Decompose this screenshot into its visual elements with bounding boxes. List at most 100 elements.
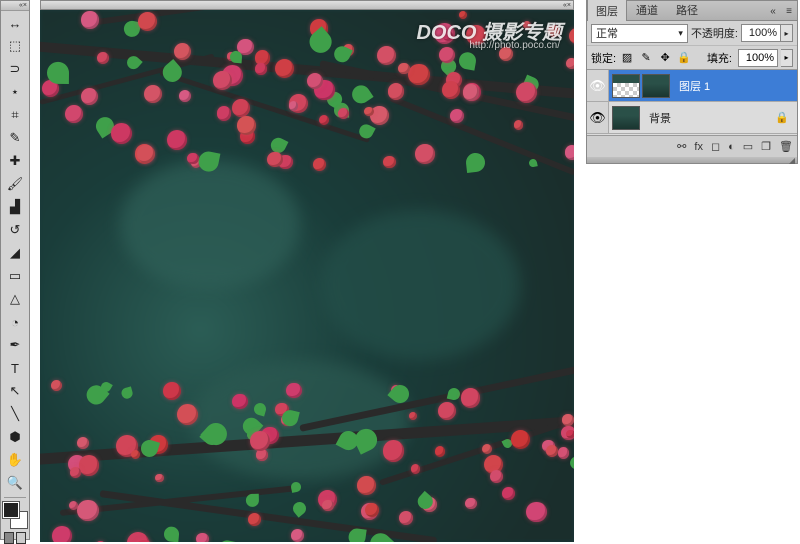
flora	[164, 526, 180, 542]
blend-mode-value: 正常	[596, 25, 618, 41]
zoom-tool[interactable]: 🔍	[3, 472, 27, 494]
flora	[256, 449, 267, 460]
panel-resize-grip[interactable]: ◢	[587, 157, 797, 163]
document-window: « × DOCO 摄影专题 http://photo.poco.cn/	[40, 0, 574, 542]
flora	[237, 116, 256, 135]
tab-channels[interactable]: 通道	[627, 0, 667, 20]
opacity-label: 不透明度:	[691, 25, 738, 41]
flora	[415, 144, 435, 164]
flora	[196, 533, 209, 542]
tools-panel: « × ↔⬚⊃⋆⌗✎✚🖌▟↺◢▭△◔✒T↖╲⬢✋🔍	[0, 0, 30, 540]
flora	[213, 71, 232, 90]
brush-tool[interactable]: 🖌	[3, 173, 27, 195]
layers-panel: 图层 通道 路径 « ≡ 正常 不透明度: 100% ▸ 锁定: ▨ ✎ ✥ 🔒…	[586, 0, 798, 164]
opacity-input[interactable]: 100%	[741, 24, 781, 42]
layer-item[interactable]: 👁 图层 1	[587, 70, 797, 102]
layer-list: 👁 图层 1 👁 背景 🔒	[587, 70, 797, 135]
flora	[566, 430, 574, 439]
marquee-tool[interactable]: ⬚	[3, 35, 27, 57]
pen-tool[interactable]: ✒	[3, 334, 27, 356]
fill-input[interactable]: 100%	[738, 49, 778, 67]
group-icon[interactable]: ▭	[743, 140, 753, 153]
flora	[399, 511, 413, 525]
lock-transparency-icon[interactable]: ▨	[619, 50, 635, 66]
collapse-icon[interactable]: «	[765, 3, 781, 20]
path-select-tool[interactable]: ↖	[3, 380, 27, 402]
opacity-flyout-icon[interactable]: ▸	[781, 24, 793, 42]
quickmask-toggle[interactable]	[1, 532, 29, 544]
layer-item[interactable]: 👁 背景 🔒	[587, 102, 797, 134]
flora	[97, 52, 109, 64]
layer-thumbnail[interactable]	[612, 74, 640, 98]
mask-thumbnail[interactable]	[642, 74, 670, 98]
visibility-toggle-icon[interactable]: 👁	[587, 102, 609, 133]
tab-paths[interactable]: 路径	[667, 0, 707, 20]
flora	[565, 145, 574, 159]
lock-all-icon[interactable]: 🔒	[676, 50, 692, 66]
flora	[52, 526, 72, 542]
adjustment-icon[interactable]: ◐	[728, 141, 735, 153]
3d-tool[interactable]: ⬢	[3, 426, 27, 448]
eyedropper-tool[interactable]: ✎	[3, 127, 27, 149]
eraser-tool[interactable]: ◢	[3, 242, 27, 264]
flora	[174, 43, 191, 60]
stamp-tool[interactable]: ▟	[3, 196, 27, 218]
hand-tool[interactable]: ✋	[3, 449, 27, 471]
trash-icon[interactable]: 🗑	[779, 140, 793, 153]
foreground-color-swatch[interactable]	[3, 502, 19, 518]
close-icon[interactable]: ×	[567, 2, 571, 9]
healing-tool[interactable]: ✚	[3, 150, 27, 172]
flora	[562, 414, 573, 425]
flora	[313, 158, 326, 171]
shape-tool[interactable]: ╲	[3, 403, 27, 425]
standard-mode-icon	[4, 532, 14, 544]
flora	[465, 498, 477, 510]
visibility-toggle-icon[interactable]: 👁	[587, 70, 609, 101]
move-tool[interactable]: ↔	[3, 12, 27, 34]
flora	[255, 63, 266, 74]
panel-menu-icon[interactable]: ≡	[781, 3, 797, 20]
flora	[267, 152, 282, 167]
close-icon[interactable]: ×	[23, 2, 27, 9]
bokeh	[320, 210, 520, 360]
document-header: « ×	[40, 0, 574, 10]
bokeh	[190, 360, 410, 480]
lock-pixels-icon[interactable]: ✎	[638, 50, 654, 66]
flora	[566, 58, 574, 69]
mask-icon[interactable]: ◻	[711, 140, 720, 153]
dodge-tool[interactable]: ◔	[3, 311, 27, 333]
layer-thumbnail[interactable]	[612, 106, 640, 130]
lock-position-icon[interactable]: ✥	[657, 50, 673, 66]
fill-flyout-icon[interactable]: ▸	[781, 49, 793, 67]
fx-icon[interactable]: fx	[694, 141, 703, 153]
lock-icon: 🔒	[775, 111, 789, 124]
blur-tool[interactable]: △	[3, 288, 27, 310]
crop-tool[interactable]: ⌗	[3, 104, 27, 126]
flora	[291, 529, 304, 542]
flora	[388, 83, 405, 100]
flora	[357, 476, 376, 495]
blend-mode-select[interactable]: 正常	[591, 24, 688, 43]
layer-name[interactable]: 图层 1	[673, 78, 710, 94]
canvas[interactable]: DOCO 摄影专题 http://photo.poco.cn/	[40, 10, 574, 542]
flora	[286, 383, 302, 399]
flora	[232, 394, 247, 409]
flora	[47, 62, 69, 84]
wand-tool[interactable]: ⋆	[3, 81, 27, 103]
layer-name[interactable]: 背景	[643, 110, 671, 126]
color-swatches[interactable]	[3, 502, 27, 528]
new-layer-icon[interactable]: ❐	[761, 140, 771, 153]
flora	[144, 85, 162, 103]
flora	[155, 474, 163, 482]
flora	[511, 430, 530, 449]
history-brush-tool[interactable]: ↺	[3, 219, 27, 241]
tools-list: ↔⬚⊃⋆⌗✎✚🖌▟↺◢▭△◔✒T↖╲⬢✋🔍	[1, 12, 29, 494]
flora	[490, 470, 503, 483]
type-tool[interactable]: T	[3, 357, 27, 379]
gradient-tool[interactable]: ▭	[3, 265, 27, 287]
link-icon[interactable]: ⚯	[677, 140, 686, 153]
flora	[514, 120, 523, 129]
flora	[217, 106, 231, 120]
lasso-tool[interactable]: ⊃	[3, 58, 27, 80]
tab-layers[interactable]: 图层	[587, 0, 627, 21]
